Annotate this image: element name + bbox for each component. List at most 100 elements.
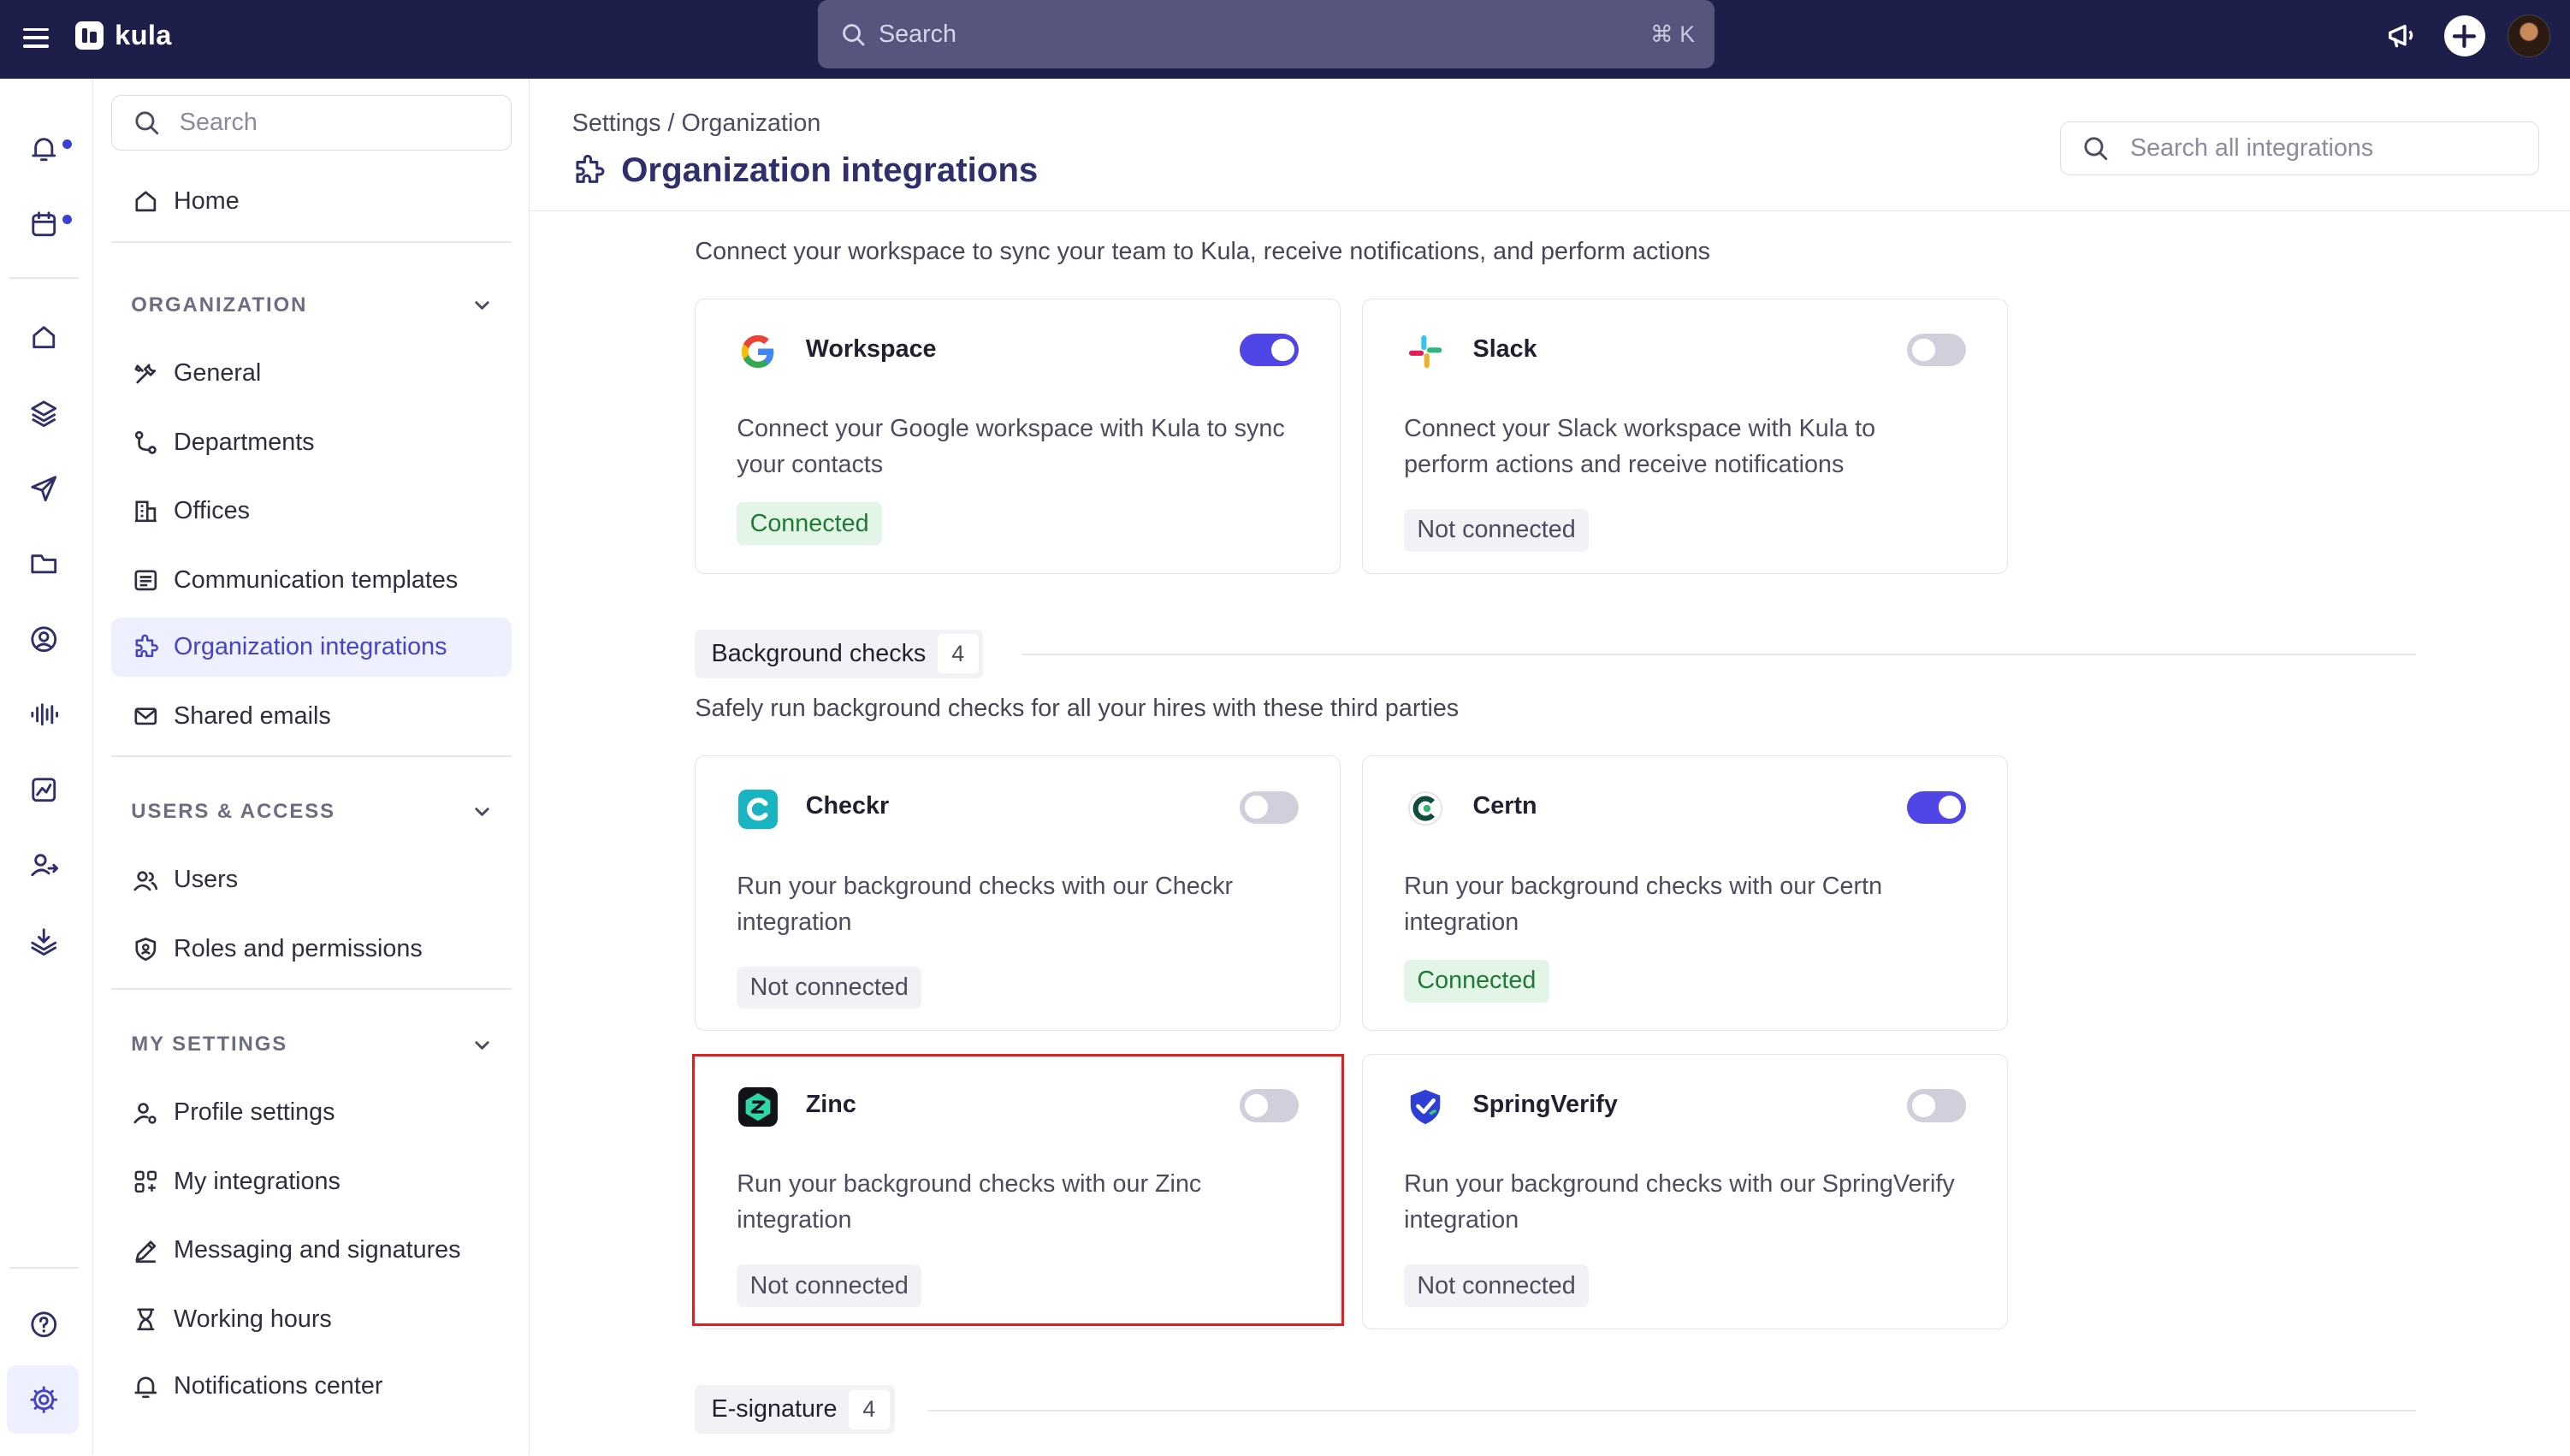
help-icon[interactable] [27,1306,62,1342]
announcements-icon[interactable] [2382,16,2421,56]
sidebar-item-shared-emails[interactable]: Shared emails [111,687,512,746]
sidebar-item-label: Profile settings [174,1098,335,1127]
group-description: Safely run background checks for all you… [695,695,1460,723]
highlight-box [691,1053,1345,1327]
users-icon [131,866,160,895]
google-logo-icon [737,330,779,373]
breadcrumb[interactable]: Settings / Organization [572,109,821,138]
sidebar-item-notifications-center[interactable]: Notifications center [111,1357,512,1416]
sidebar-search-input[interactable]: Search [111,95,512,151]
search-icon [843,24,865,46]
sidebar-item-label: Departments [174,428,315,456]
integration-toggle[interactable] [1240,790,1300,824]
status-badge: Connected [737,502,882,546]
integration-description: Connect your Slack workspace with Kula t… [1404,414,1876,479]
hamburger-menu-icon[interactable] [20,23,52,56]
page-title: Organization integrations [572,151,1039,190]
user-avatar[interactable] [2508,15,2551,58]
sidebar-item-communication-templates[interactable]: Communication templates [111,551,512,610]
profile-circle-icon[interactable] [27,621,62,657]
global-search-placeholder: Search [878,20,956,48]
group-title: Background checks [711,639,927,667]
integration-description: Run your background checks with our Chec… [737,872,1234,936]
integration-toggle[interactable] [1907,333,1967,367]
sidebar-item-label: Organization integrations [174,633,447,661]
group-chip: E-signature 4 [695,1385,895,1435]
rail-divider [9,276,79,279]
download-stack-icon[interactable] [27,923,62,959]
sidebar-item-label: Working hours [174,1305,332,1333]
page-header: Settings / Organization Organization int… [529,78,2570,212]
group-header-e-signature: E-signature 4 [695,1385,895,1435]
group-count-badge: 4 [848,1389,890,1429]
section-header-my-settings[interactable]: MY SETTINGS [131,1033,492,1056]
hourglass-icon [131,1305,160,1334]
plus-icon [2453,24,2477,48]
integration-toggle[interactable] [1240,333,1300,367]
integration-card-workspace: Workspace Connect your Google workspace … [695,298,1341,574]
create-button[interactable] [2443,15,2485,57]
shield-icon [131,934,160,963]
sidebar-item-organization-integrations[interactable]: Organization integrations [111,618,512,678]
app-name: kula [115,19,172,50]
sidebar-item-my-integrations[interactable]: My integrations [111,1152,512,1211]
bell-icon[interactable] [27,131,62,167]
sidebar-item-roles-permissions[interactable]: Roles and permissions [111,920,512,979]
sidebar-search-placeholder: Search [179,109,258,137]
sidebar-item-users[interactable]: Users [111,850,512,909]
building-icon [131,497,160,526]
status-badge: Not connected [737,966,922,1009]
calendar-icon[interactable] [27,206,62,242]
layers-icon[interactable] [27,395,62,431]
integration-card-certn: Certn Run your background checks with ou… [1362,755,2009,1032]
sidebar-item-profile-settings[interactable]: Profile settings [111,1083,512,1142]
sidebar-item-label: General [174,359,262,388]
tools-icon [131,359,160,388]
sidebar-item-departments[interactable]: Departments [111,413,512,472]
puzzle-icon [576,154,605,183]
sidebar-item-label: Offices [174,497,250,525]
sidebar-item-general[interactable]: General [111,344,512,403]
search-icon [135,111,159,135]
gear-icon[interactable] [27,1382,62,1418]
section-header-organization[interactable]: ORGANIZATION [131,293,492,317]
unread-dot [62,139,73,150]
section-title: USERS & ACCESS [131,799,336,823]
integration-name: Checkr [805,792,890,820]
integrations-search-input[interactable]: Search all integrations [2060,121,2539,175]
pen-icon [131,1236,160,1265]
integration-name: Slack [1472,334,1537,363]
group-header-background-checks: Background checks 4 [695,629,984,679]
home-icon[interactable] [27,320,62,356]
kula-logo-icon [75,21,104,50]
app-logo[interactable]: kula [75,20,172,51]
chevron-down-icon [475,1040,489,1050]
global-search[interactable]: Search ⌘ K [818,0,1715,69]
template-icon [131,565,160,595]
sidebar-item-offices[interactable]: Offices [111,482,512,541]
user-transfer-icon[interactable] [27,848,62,884]
sidebar-item-home[interactable]: Home [111,172,512,231]
audio-wave-icon[interactable] [27,696,62,732]
page-title-text: Organization integrations [621,151,1039,190]
checkr-logo-icon [737,788,779,831]
sidebar-item-working-hours[interactable]: Working hours [111,1290,512,1349]
status-badge: Not connected [1404,508,1589,552]
integration-description: Run your background checks with our Spri… [1404,1170,1955,1234]
springverify-logo-icon [1404,1086,1447,1128]
integration-toggle[interactable] [1907,1089,1967,1122]
group-count-badge: 4 [937,634,979,674]
settings-sidebar: Search Home ORGANIZATION General Departm… [93,78,530,1456]
sidebar-item-label: Shared emails [174,701,331,730]
status-badge: Connected [1404,959,1549,1003]
sidebar-item-messaging-signatures[interactable]: Messaging and signatures [111,1221,512,1280]
top-bar: kula Search ⌘ K [0,0,2570,79]
integration-toggle[interactable] [1907,790,1967,824]
integrations-content: Connect your workspace to sync your team… [530,211,2570,1455]
analytics-icon[interactable] [27,772,62,808]
bell-icon [131,1372,160,1401]
send-icon[interactable] [27,471,62,506]
section-header-users-access[interactable]: USERS & ACCESS [131,800,492,824]
folder-icon[interactable] [27,546,62,582]
integration-card-checkr: Checkr Run your background checks with o… [695,755,1341,1032]
